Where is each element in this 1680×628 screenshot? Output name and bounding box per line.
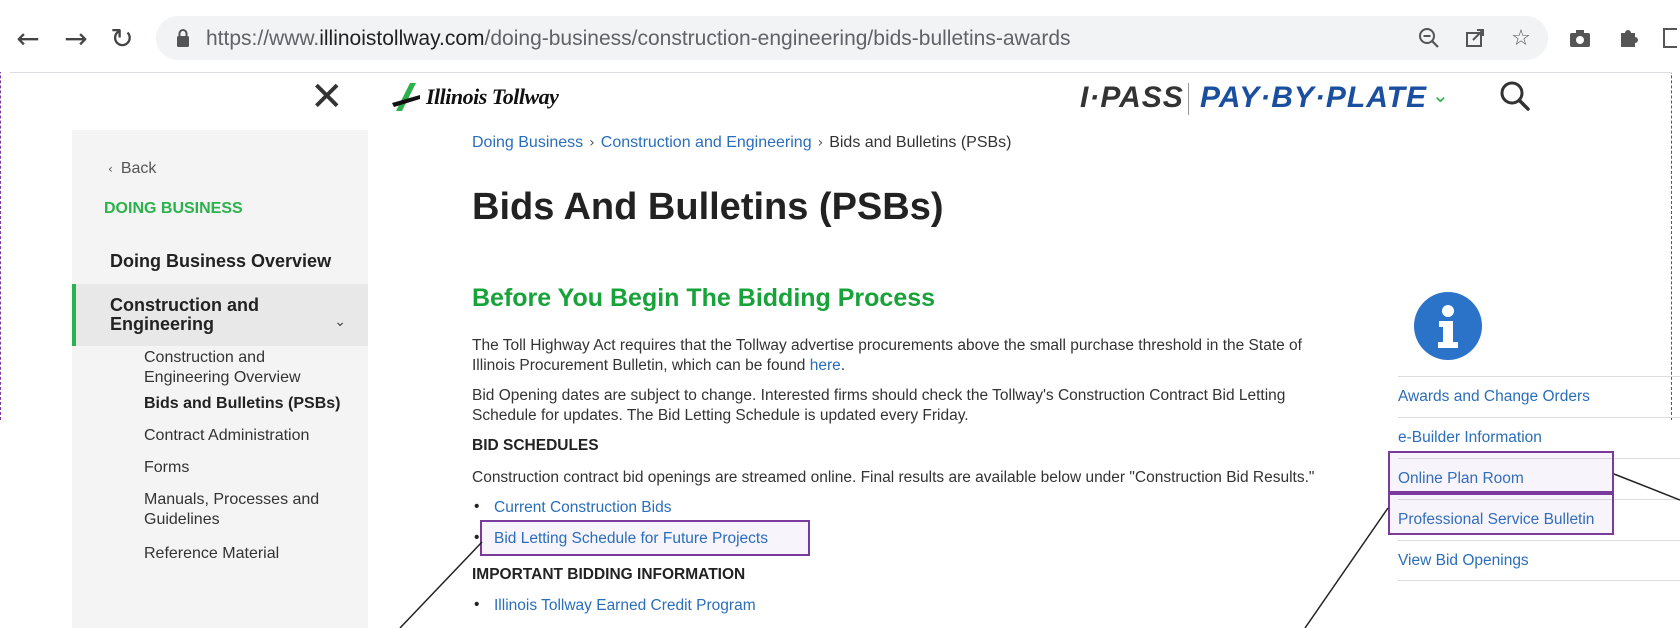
url-text: https://www.illinoistollway.com/doing-bu…: [206, 27, 1071, 50]
sidebar-subitem-forms[interactable]: Forms: [144, 458, 189, 478]
view-bid-openings-link[interactable]: View Bid Openings: [1398, 540, 1680, 581]
logo-text: Illinois Tollway: [426, 84, 559, 109]
pay-by-plate-link[interactable]: PAY·BY·PLATE: [1200, 81, 1427, 115]
search-icon[interactable]: [1498, 79, 1532, 113]
awards-change-orders-link[interactable]: Awards and Change Orders: [1398, 376, 1680, 417]
ipass-link[interactable]: I·PASS: [1080, 81, 1184, 115]
breadcrumb: Doing Business › Construction and Engineer…: [472, 134, 1012, 152]
sidebar-item-construction-engineering[interactable]: Construction and Engineering ⌄: [72, 284, 368, 346]
sidebar-item-label: Construction and Engineering: [110, 295, 259, 334]
reload-icon[interactable]: ↻: [104, 20, 140, 56]
back-arrow-icon[interactable]: ←: [10, 20, 46, 56]
highlight-box-professional-service: [1388, 493, 1614, 535]
share-icon[interactable]: [1462, 25, 1488, 51]
breadcrumb-construction-engineering[interactable]: Construction and Engineering: [601, 134, 812, 151]
sidebar-subitem-construction-overview[interactable]: Construction and Engineering Overview: [144, 348, 301, 388]
sidebar-subitem-reference-material[interactable]: Reference Material: [144, 544, 279, 564]
bid-letting-schedule-link[interactable]: Bid Letting Schedule for Future Projects: [474, 529, 768, 548]
sidebar-item-label: Doing Business Overview: [110, 251, 332, 271]
sidebar-subitem-manuals[interactable]: Manuals, Processes and Guidelines: [144, 490, 319, 530]
important-bidding-heading: IMPORTANT BIDDING INFORMATION: [472, 566, 746, 583]
camera-icon[interactable]: [1566, 24, 1594, 52]
highlight-box-online-plan-room: [1388, 451, 1614, 493]
bookmark-star-icon[interactable]: ☆: [1508, 25, 1534, 51]
site-header: ✕ Illinois Tollway I·PASS PAY·BY·PLATE ⌄: [0, 73, 1680, 129]
chevron-right-icon: ›: [589, 135, 595, 151]
breadcrumb-current: Bids and Bulletins (PSBs): [829, 134, 1012, 151]
here-link[interactable]: here: [810, 357, 841, 374]
back-link[interactable]: ‹ Back: [108, 160, 156, 178]
address-bar[interactable]: https://www.illinoistollway.com/doing-bu…: [156, 16, 1548, 60]
chevron-left-icon: ‹: [108, 162, 113, 176]
chevron-down-icon[interactable]: ⌄: [334, 314, 346, 330]
close-menu-icon[interactable]: ✕: [310, 77, 344, 117]
back-label: Back: [120, 160, 157, 177]
section-title: DOING BUSINESS: [104, 200, 243, 217]
current-construction-bids-link[interactable]: Current Construction Bids: [474, 498, 672, 517]
browser-toolbar: ← → ↻ https://www.illinoistollway.com/do…: [0, 0, 1680, 72]
bid-schedules-heading: BID SCHEDULES: [472, 437, 599, 454]
sidebar-subitem-contract-administration[interactable]: Contract Administration: [144, 426, 309, 446]
bid-schedules-text: Construction contract bid openings are s…: [472, 469, 1315, 486]
forward-arrow-icon[interactable]: →: [58, 20, 94, 56]
header-divider: [1188, 83, 1189, 115]
lock-icon: [177, 29, 189, 47]
tollway-logo[interactable]: Illinois Tollway: [392, 81, 559, 113]
sidebar-item-overview[interactable]: Doing Business Overview: [72, 242, 368, 282]
info-icon: [1414, 292, 1482, 360]
tollway-logo-mark-icon: [392, 83, 420, 111]
sidepanel-icon[interactable]: [1660, 24, 1680, 52]
section-heading: Before You Begin The Bidding Process: [472, 284, 936, 312]
chevron-right-icon: ›: [817, 135, 824, 151]
breadcrumb-doing-business[interactable]: Doing Business: [472, 134, 583, 151]
extensions-puzzle-icon[interactable]: [1614, 24, 1642, 52]
earned-credit-program-link[interactable]: Illinois Tollway Earned Credit Program: [474, 596, 756, 615]
sidebar-nav: ‹ Back DOING BUSINESS Doing Business Over…: [72, 130, 368, 628]
bid-opening-paragraph: Bid Opening dates are subject to change.…: [472, 387, 1286, 424]
intro-paragraph: The Toll Highway Act requires that the T…: [472, 337, 1302, 374]
chevron-down-icon[interactable]: ⌄: [1432, 83, 1449, 107]
zoom-out-icon[interactable]: [1416, 25, 1442, 51]
sidebar-subitem-bids-bulletins[interactable]: Bids and Bulletins (PSBs): [144, 394, 340, 414]
page-title: Bids And Bulletins (PSBs): [472, 186, 944, 228]
